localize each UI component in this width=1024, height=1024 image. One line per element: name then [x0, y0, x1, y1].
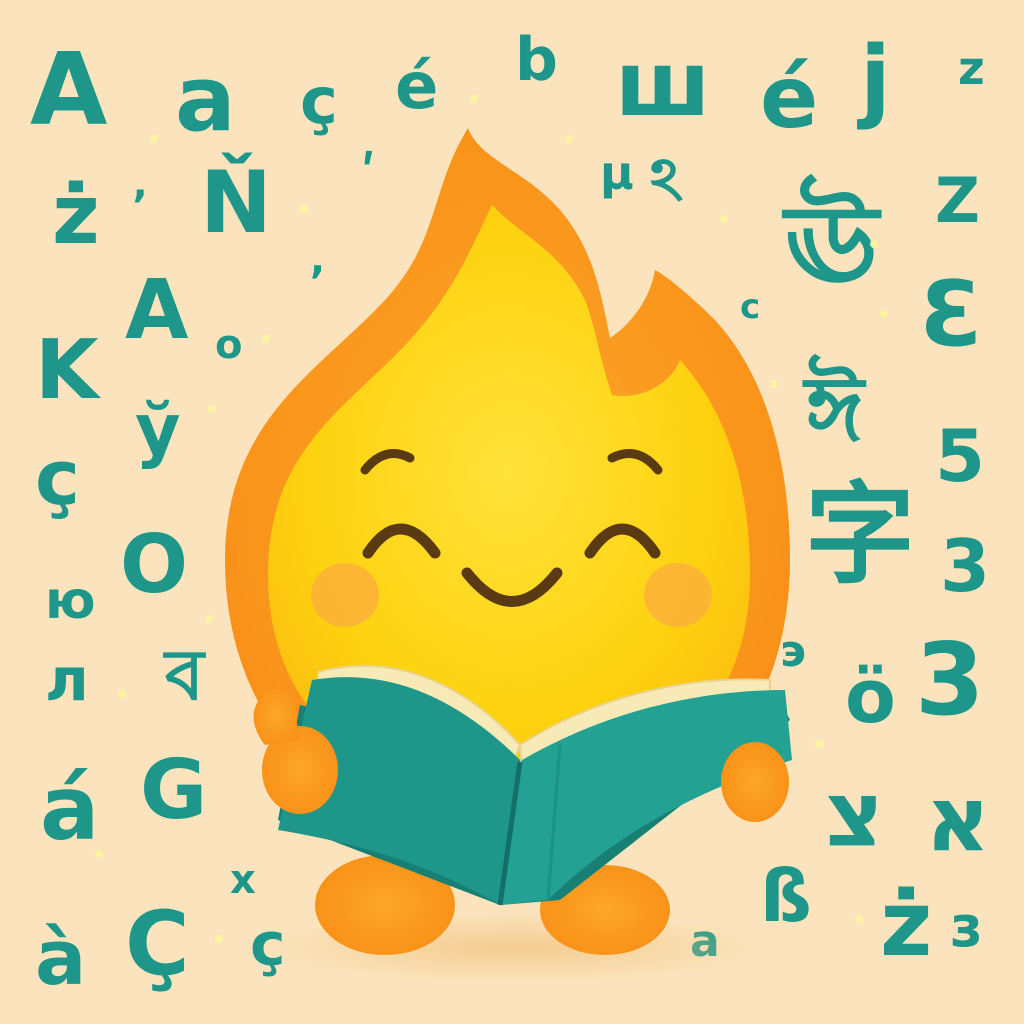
right-cheek — [644, 563, 712, 627]
left-cheek — [311, 563, 379, 627]
flame-mascot — [225, 128, 792, 984]
scene: Aa ç é b ш é j z ż’ Ň, ʹ µ ঽ Z Ao c ঊ Ɛ Kў ঈ 5 ç 字 3 ю Oэ л ব ö 3 á G צ א… — [0, 0, 1024, 1024]
right-hand — [721, 742, 789, 822]
